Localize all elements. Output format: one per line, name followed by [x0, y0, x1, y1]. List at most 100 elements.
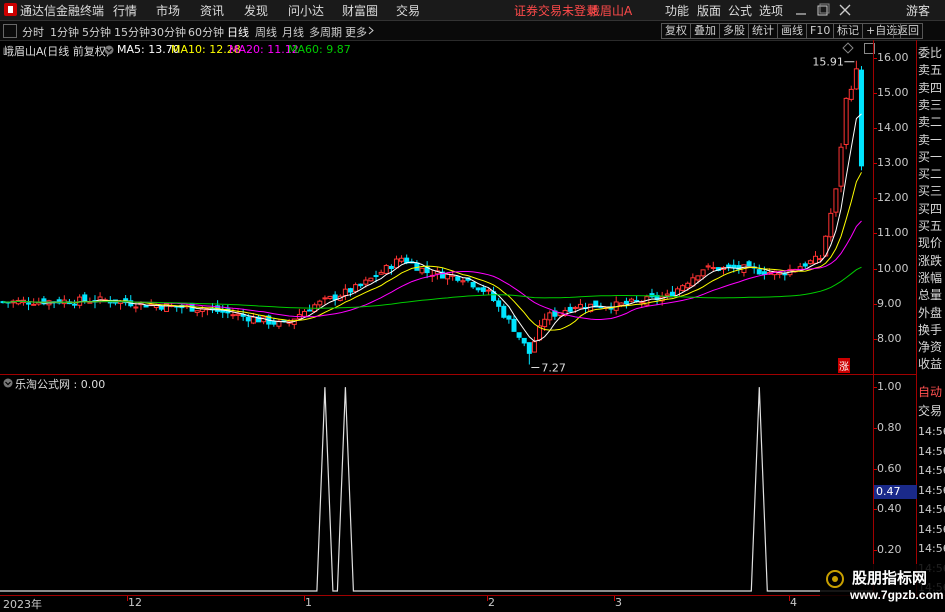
price-tick — [874, 57, 877, 59]
candle-body — [245, 316, 251, 322]
candlestick-chart[interactable]: 15.91 7.27 — [0, 40, 873, 374]
candle-body — [680, 285, 686, 291]
xaxis-label-4: 4 — [790, 596, 797, 609]
candle-body — [572, 306, 578, 309]
close-icon[interactable] — [838, 3, 852, 17]
side-item-label: 换手 — [918, 322, 943, 337]
candle-body — [664, 293, 670, 296]
candle-body — [828, 212, 834, 238]
candles-group — [0, 60, 864, 365]
candle-body — [358, 283, 364, 287]
mark-button[interactable]: 标记 — [833, 23, 863, 39]
candle-body — [235, 313, 241, 316]
candle-body — [31, 303, 37, 306]
indicator-tick-label: 1.00 — [877, 380, 902, 394]
indicator-tick — [874, 468, 877, 470]
menu-formula[interactable]: 公式 — [728, 2, 752, 19]
candle-body — [158, 305, 164, 310]
low-price-label: 7.27 — [541, 362, 566, 374]
guest-label[interactable]: 游客 — [906, 2, 930, 19]
ma5-line — [2, 113, 862, 342]
watermark-url: www.7gpzb.com — [850, 588, 944, 602]
candle-body — [419, 267, 425, 274]
candle-body — [669, 291, 675, 297]
period-monthly[interactable]: 月线 — [282, 24, 304, 40]
menu-wealth[interactable]: 财富圈 — [342, 2, 378, 19]
candle-body — [470, 282, 476, 288]
side-item-label: 买五 — [918, 219, 943, 233]
candle-body — [460, 280, 466, 283]
chevron-right-icon[interactable] — [368, 26, 376, 35]
side-trade-label[interactable]: 自动 — [918, 383, 942, 400]
login-status[interactable]: 证券交易未登录 — [514, 2, 598, 19]
side-item-label: 买三 — [918, 184, 943, 199]
restore-icon[interactable] — [816, 3, 830, 17]
minimize-icon[interactable] — [794, 3, 808, 17]
side-trade-label[interactable]: 交易 — [918, 402, 942, 419]
period-more[interactable]: 更多 — [345, 24, 367, 40]
overlay-button[interactable]: 叠加 — [690, 23, 720, 39]
price-tick-label: 16.00 — [877, 50, 909, 64]
period-5min[interactable]: 5分钟 — [82, 24, 111, 40]
xaxis-label-1: 1 — [305, 596, 312, 609]
period-60min[interactable]: 60分钟 — [188, 24, 224, 40]
indicator-chart[interactable] — [0, 375, 873, 595]
xaxis-tick — [127, 596, 128, 601]
menu-options[interactable]: 选项 — [759, 2, 783, 19]
trade-time-label: 14:56 — [918, 425, 945, 438]
price-tick-label: 15.00 — [877, 85, 909, 99]
menu-ask[interactable]: 问小达 — [288, 2, 324, 19]
candle-body — [623, 300, 629, 305]
price-tick — [874, 198, 877, 200]
price-tick — [874, 233, 877, 235]
panel-toggle-icon[interactable] — [3, 24, 17, 38]
multi-stock-button[interactable]: 多股 — [719, 23, 749, 39]
period-multi[interactable]: 多周期 — [309, 24, 342, 40]
candle-body — [802, 263, 808, 267]
period-30min[interactable]: 30分钟 — [150, 24, 186, 40]
side-panel-border — [916, 40, 917, 596]
period-intraday[interactable]: 分时 — [22, 24, 44, 40]
candle-body — [271, 320, 277, 325]
menu-market[interactable]: 市场 — [156, 2, 180, 19]
candle-body — [853, 68, 859, 90]
indicator-tick — [874, 550, 877, 552]
indicator-tick — [874, 427, 877, 429]
app-title: 通达信金融终端 — [20, 4, 105, 18]
candle-body — [496, 300, 502, 307]
menu-layout[interactable]: 版面 — [697, 2, 721, 19]
candle-body — [404, 257, 410, 264]
period-daily[interactable]: 日线 — [227, 24, 249, 40]
price-tick — [874, 338, 877, 340]
trade-time-label: 14:56 — [918, 522, 945, 536]
back-button[interactable]: 返回 — [893, 23, 923, 39]
candle-body — [501, 305, 507, 318]
period-1min[interactable]: 1分钟 — [50, 24, 79, 40]
period-15min[interactable]: 15分钟 — [114, 24, 150, 40]
menu-function[interactable]: 功能 — [665, 2, 689, 19]
side-item-label: 现价 — [918, 236, 943, 251]
candle-body — [726, 264, 732, 268]
indicator-tick — [874, 509, 877, 511]
candle-body — [87, 301, 93, 304]
candle-body — [618, 302, 624, 306]
candle-body — [383, 265, 389, 274]
menu-discover[interactable]: 发现 — [244, 2, 268, 19]
candle-body — [72, 303, 78, 306]
candle-body — [480, 287, 486, 292]
candle-body — [542, 318, 548, 328]
price-tick — [874, 303, 877, 305]
menu-news[interactable]: 资讯 — [200, 2, 224, 19]
watermark-box: 股朋指标网 www.7gpzb.com — [820, 564, 945, 609]
xaxis-label-3: 3 — [615, 596, 622, 609]
statistics-button[interactable]: 统计 — [748, 23, 778, 39]
period-weekly[interactable]: 周线 — [255, 24, 277, 40]
menu-trade[interactable]: 交易 — [396, 2, 420, 19]
watermark-logo-icon — [826, 570, 844, 588]
f10-button[interactable]: F10 — [806, 23, 835, 39]
draw-line-button[interactable]: 画线 — [777, 23, 807, 39]
side-item-label: 总量 — [918, 288, 943, 303]
candle-body — [700, 269, 706, 277]
menu-quotes[interactable]: 行情 — [113, 2, 137, 19]
adjust-button[interactable]: 复权 — [661, 23, 691, 39]
